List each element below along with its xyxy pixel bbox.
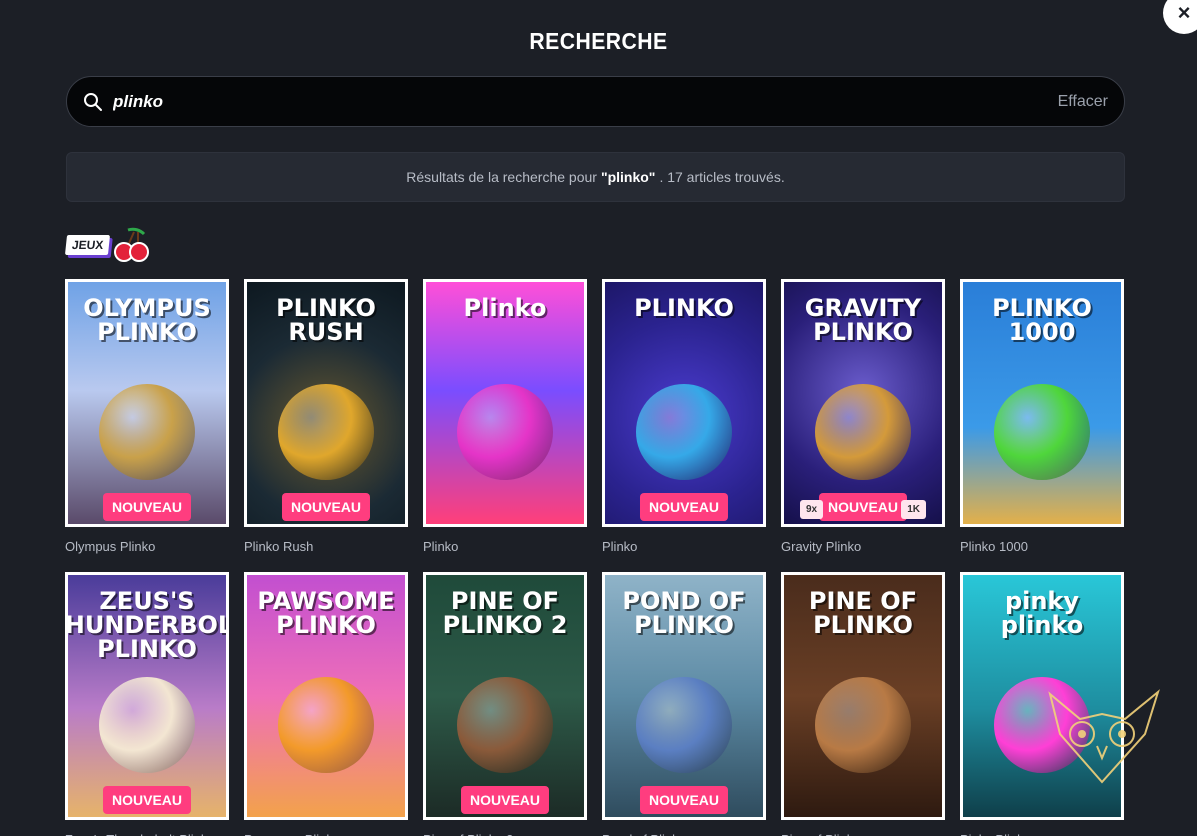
game-thumbnail[interactable]: OLYMPUS PLINKO NOUVEAU xyxy=(65,279,229,527)
game-thumbnail-title: PLINKO xyxy=(634,294,734,322)
game-artwork xyxy=(815,384,911,481)
multiplier-right-badge: 1K xyxy=(901,500,926,519)
results-summary: Résultats de la recherche pour "plinko".… xyxy=(66,152,1125,202)
game-artwork xyxy=(99,677,195,774)
game-thumbnail[interactable]: PINE OF PLINKO 2 NOUVEAU xyxy=(423,572,587,820)
new-badge: NOUVEAU xyxy=(102,493,192,521)
game-card[interactable]: Plinko Plinko xyxy=(423,279,587,554)
game-name[interactable]: Pond of Plinko xyxy=(602,832,766,836)
game-thumbnail-title: PAWSOME PLINKO xyxy=(257,587,395,639)
game-artwork xyxy=(457,384,553,481)
game-thumbnail[interactable]: POND OF PLINKO NOUVEAU xyxy=(602,572,766,820)
new-badge: NOUVEAU xyxy=(818,493,908,521)
game-artwork xyxy=(278,384,374,481)
category-badge: JEUX xyxy=(62,226,158,262)
search-input[interactable] xyxy=(113,91,1058,112)
game-artwork xyxy=(457,677,553,774)
game-artwork xyxy=(636,384,732,481)
game-thumbnail-title: OLYMPUS PLINKO xyxy=(83,294,211,346)
game-card[interactable]: PINE OF PLINKO Pine of Plinko xyxy=(781,572,945,836)
game-thumbnail-title: ZEUS'S THUNDERBOLT PLINKO xyxy=(65,587,229,663)
game-thumbnail-title: PLINKO 1000 xyxy=(992,294,1092,346)
game-card[interactable]: PLINKO NOUVEAU Plinko xyxy=(602,279,766,554)
game-thumbnail[interactable]: Plinko xyxy=(423,279,587,527)
new-badge: NOUVEAU xyxy=(281,493,371,521)
new-badge: NOUVEAU xyxy=(639,786,729,814)
game-name[interactable]: Pine of Plinko xyxy=(781,832,945,836)
results-query: "plinko" xyxy=(600,169,656,185)
search-bar: Effacer xyxy=(66,76,1125,127)
game-artwork xyxy=(636,677,732,774)
game-name[interactable]: Olympus Plinko xyxy=(65,539,229,554)
game-thumbnail-title: PINE OF PLINKO xyxy=(808,587,918,639)
game-name[interactable]: Plinko xyxy=(602,539,766,554)
game-name[interactable]: Plinko xyxy=(423,539,587,554)
game-thumbnail[interactable]: ZEUS'S THUNDERBOLT PLINKO NOUVEAU xyxy=(65,572,229,820)
game-card[interactable]: PLINKO RUSH NOUVEAU Plinko Rush xyxy=(244,279,408,554)
game-card[interactable]: PLINKO 1000 Plinko 1000 xyxy=(960,279,1124,554)
new-badge: NOUVEAU xyxy=(639,493,729,521)
game-card[interactable]: ZEUS'S THUNDERBOLT PLINKO NOUVEAU Zeus's T… xyxy=(65,572,229,836)
owl-watermark-icon xyxy=(1048,689,1160,784)
game-card[interactable]: PAWSOME PLINKO Pawsome Plinko xyxy=(244,572,408,836)
games-grid: OLYMPUS PLINKO NOUVEAU Olympus Plinko PLINK… xyxy=(65,279,1127,836)
game-thumbnail[interactable]: GRAVITY PLINKO NOUVEAU 9x 1K xyxy=(781,279,945,527)
game-name[interactable]: Pinky Plinko xyxy=(960,832,1124,836)
game-thumbnail[interactable]: PAWSOME PLINKO xyxy=(244,572,408,820)
game-artwork xyxy=(278,677,374,774)
page-title: RECHERCHE xyxy=(529,28,668,54)
game-card[interactable]: POND OF PLINKO NOUVEAU Pond of Plinko xyxy=(602,572,766,836)
close-icon: × xyxy=(1177,0,1191,25)
game-thumbnail-title: PLINKO RUSH xyxy=(276,294,376,346)
game-artwork xyxy=(99,384,195,481)
new-badge: NOUVEAU xyxy=(102,786,192,814)
search-icon xyxy=(84,92,102,111)
game-thumbnail-title: POND OF PLINKO xyxy=(622,587,746,639)
results-suffix: . 17 articles trouvés. xyxy=(659,169,785,185)
game-name[interactable]: Pine of Plinko 2 xyxy=(423,832,587,836)
game-thumbnail[interactable]: PLINKO 1000 xyxy=(960,279,1124,527)
game-thumbnail-title: GRAVITY PLINKO xyxy=(804,294,922,346)
new-badge: NOUVEAU xyxy=(460,786,550,814)
game-thumbnail[interactable]: PINE OF PLINKO xyxy=(781,572,945,820)
game-name[interactable]: Plinko 1000 xyxy=(960,539,1124,554)
game-artwork xyxy=(994,384,1090,481)
game-card[interactable]: OLYMPUS PLINKO NOUVEAU Olympus Plinko xyxy=(65,279,229,554)
clear-button[interactable]: Effacer xyxy=(1058,93,1108,111)
game-thumbnail-title: pinky plinko xyxy=(1000,587,1084,639)
game-card[interactable]: PINE OF PLINKO 2 NOUVEAU Pine of Plinko 2 xyxy=(423,572,587,836)
game-thumbnail[interactable]: PLINKO RUSH NOUVEAU xyxy=(244,279,408,527)
results-prefix: Résultats de la recherche pour xyxy=(406,169,597,185)
close-button[interactable]: × xyxy=(1163,0,1197,34)
game-card[interactable]: GRAVITY PLINKO NOUVEAU 9x 1K Gravity Plinko xyxy=(781,279,945,554)
game-thumbnail-title: Plinko xyxy=(463,294,547,322)
multiplier-left-badge: 9x xyxy=(800,500,824,519)
game-thumbnail[interactable]: PLINKO NOUVEAU xyxy=(602,279,766,527)
cherry-icon xyxy=(114,227,149,262)
game-name[interactable]: Plinko Rush xyxy=(244,539,408,554)
game-name[interactable]: Gravity Plinko xyxy=(781,539,945,554)
game-name[interactable]: Zeus's Thunderbolt Plinko xyxy=(65,832,229,836)
game-name[interactable]: Pawsome Plinko xyxy=(244,832,408,836)
game-artwork xyxy=(815,677,911,774)
game-thumbnail-title: PINE OF PLINKO 2 xyxy=(442,587,568,639)
